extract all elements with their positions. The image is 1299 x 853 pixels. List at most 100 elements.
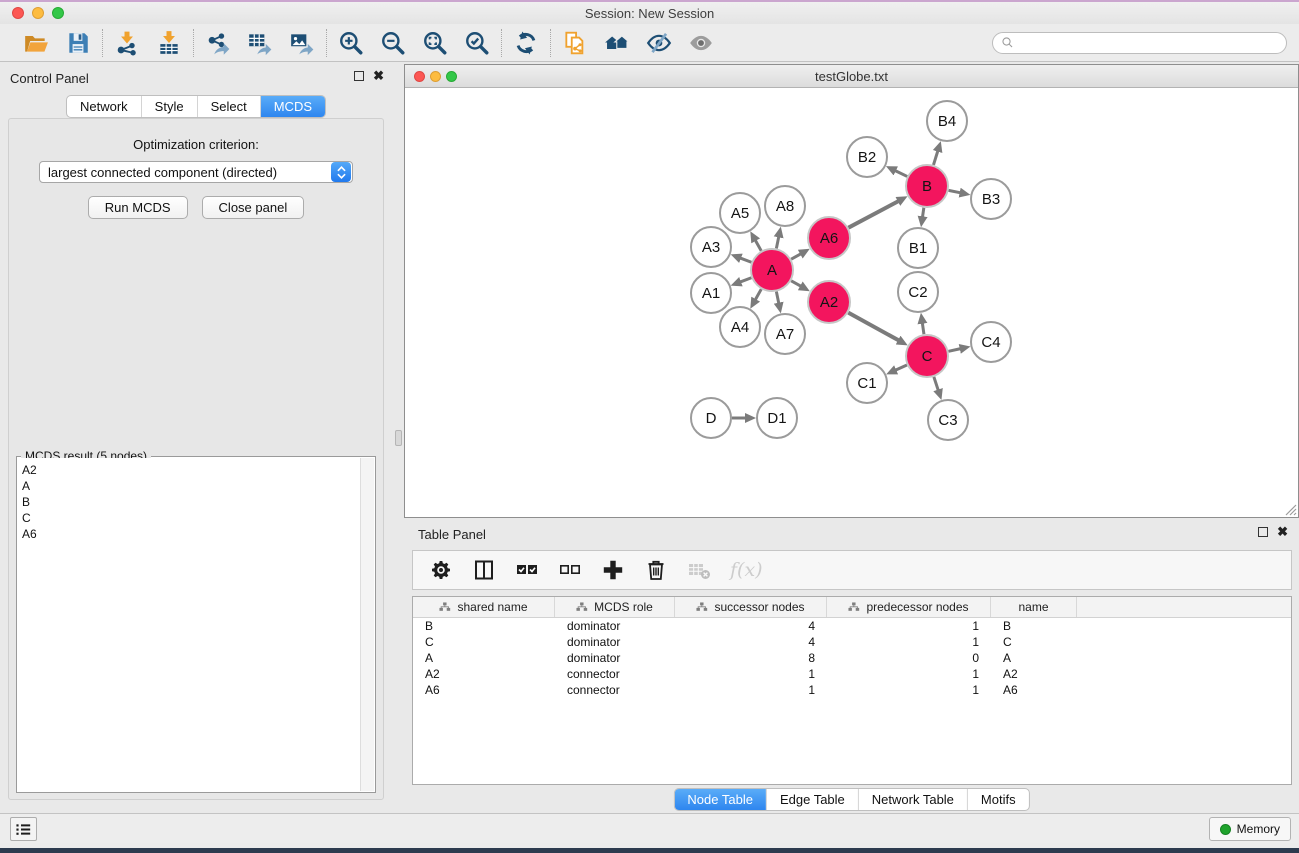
edge-A-A1[interactable] <box>740 278 751 282</box>
table-row[interactable]: A6connector11A6 <box>413 682 1291 698</box>
graph-node-A1[interactable]: A1 <box>691 273 731 313</box>
edge-A-A8[interactable] <box>776 236 778 248</box>
zoom-fit-button[interactable] <box>421 29 449 57</box>
settings-gear-button[interactable] <box>429 557 453 583</box>
optimization-criterion-select[interactable]: largest connected component (directed) <box>39 161 353 183</box>
vertical-splitter-handle[interactable] <box>395 430 402 446</box>
first-neighbors-button[interactable] <box>603 29 631 57</box>
column-header-shared-name[interactable]: shared name <box>413 597 555 617</box>
result-list-item[interactable]: C <box>22 510 356 526</box>
table-row[interactable]: Cdominator41C <box>413 634 1291 650</box>
import-network-button[interactable] <box>113 29 141 57</box>
refresh-button[interactable] <box>512 29 540 57</box>
column-header-name[interactable]: name <box>991 597 1077 617</box>
edge-C-C3[interactable] <box>934 377 938 391</box>
export-network-button[interactable] <box>204 29 232 57</box>
hide-selected-button[interactable] <box>645 29 673 57</box>
graph-node-C2[interactable]: C2 <box>898 272 938 312</box>
edge-C-C2[interactable] <box>922 323 924 335</box>
task-history-button[interactable] <box>10 817 37 841</box>
edge-B-B1[interactable] <box>922 208 923 218</box>
float-panel-icon[interactable] <box>354 71 364 81</box>
resize-grip-icon[interactable] <box>1283 502 1297 516</box>
edge-B-B2[interactable] <box>895 170 907 176</box>
edge-A-A2[interactable] <box>791 281 801 287</box>
float-table-panel-icon[interactable] <box>1258 527 1268 537</box>
graph-node-D[interactable]: D <box>691 398 731 438</box>
close-panel-button[interactable]: Close panel <box>202 196 305 219</box>
mcds-result-list[interactable]: A2ABCA6 <box>18 458 360 791</box>
edge-C-C1[interactable] <box>895 365 907 370</box>
add-column-button[interactable] <box>601 557 625 583</box>
tab-motifs[interactable]: Motifs <box>967 789 1029 810</box>
graph-node-A3[interactable]: A3 <box>691 227 731 267</box>
edge-A-A7[interactable] <box>776 292 778 304</box>
zoom-selected-button[interactable] <box>463 29 491 57</box>
close-table-panel-icon[interactable]: ✖ <box>1277 527 1288 537</box>
export-table-button[interactable] <box>246 29 274 57</box>
graph-node-B4[interactable]: B4 <box>927 101 967 141</box>
import-table-button[interactable] <box>155 29 183 57</box>
save-button[interactable] <box>64 29 92 57</box>
deselect-all-button[interactable] <box>558 557 582 583</box>
node-table[interactable]: shared nameMCDS rolesuccessor nodesprede… <box>412 596 1292 785</box>
graph-node-C3[interactable]: C3 <box>928 400 968 440</box>
graph-node-C[interactable]: C <box>906 335 948 377</box>
edge-A2-C[interactable] <box>848 313 899 341</box>
graph-node-A[interactable]: A <box>751 249 793 291</box>
open-folder-button[interactable] <box>22 29 50 57</box>
tab-edge-table[interactable]: Edge Table <box>766 789 858 810</box>
table-row[interactable]: Bdominator41B <box>413 618 1291 634</box>
tab-style[interactable]: Style <box>141 96 197 117</box>
column-header-MCDS-role[interactable]: MCDS role <box>555 597 675 617</box>
graph-node-A4[interactable]: A4 <box>720 307 760 347</box>
edge-A-A4[interactable] <box>755 289 761 300</box>
zoom-in-button[interactable] <box>337 29 365 57</box>
zoom-out-button[interactable] <box>379 29 407 57</box>
select-all-button[interactable] <box>515 557 539 583</box>
graph-node-C4[interactable]: C4 <box>971 322 1011 362</box>
tab-select[interactable]: Select <box>197 96 260 117</box>
table-row[interactable]: A2connector11A2 <box>413 666 1291 682</box>
edge-A-A3[interactable] <box>740 258 751 262</box>
column-header-successor-nodes[interactable]: successor nodes <box>675 597 827 617</box>
result-scrollbar[interactable] <box>360 458 374 791</box>
result-list-item[interactable]: A <box>22 478 356 494</box>
export-image-button[interactable] <box>288 29 316 57</box>
column-layout-button[interactable] <box>472 557 496 583</box>
edge-B-B4[interactable] <box>933 151 937 165</box>
edge-A-A5[interactable] <box>755 240 761 251</box>
show-all-button[interactable] <box>687 29 715 57</box>
graph-node-B3[interactable]: B3 <box>971 179 1011 219</box>
graph-node-C1[interactable]: C1 <box>847 363 887 403</box>
graph-node-B[interactable]: B <box>906 165 948 207</box>
delete-column-button[interactable] <box>644 557 668 583</box>
search-box[interactable] <box>992 32 1287 54</box>
graph-node-A5[interactable]: A5 <box>720 193 760 233</box>
result-list-item[interactable]: A6 <box>22 526 356 542</box>
result-list-item[interactable]: A2 <box>22 462 356 478</box>
tab-network[interactable]: Network <box>67 96 141 117</box>
column-header-predecessor-nodes[interactable]: predecessor nodes <box>827 597 991 617</box>
network-window-titlebar[interactable]: testGlobe.txt <box>405 65 1298 88</box>
edge-A6-B[interactable] <box>848 201 898 228</box>
result-list-item[interactable]: B <box>22 494 356 510</box>
network-from-selection-button[interactable] <box>561 29 589 57</box>
tab-network-table[interactable]: Network Table <box>858 789 967 810</box>
graph-node-A2[interactable]: A2 <box>808 281 850 323</box>
memory-button[interactable]: Memory <box>1209 817 1291 841</box>
graph-node-A6[interactable]: A6 <box>808 217 850 259</box>
table-row[interactable]: Adominator80A <box>413 650 1291 666</box>
graph-node-A7[interactable]: A7 <box>765 314 805 354</box>
graph-node-B1[interactable]: B1 <box>898 228 938 268</box>
graph-node-D1[interactable]: D1 <box>757 398 797 438</box>
edge-C-C4[interactable] <box>948 349 960 352</box>
search-input[interactable] <box>1019 36 1278 50</box>
tab-node-table[interactable]: Node Table <box>674 789 766 810</box>
tab-mcds[interactable]: MCDS <box>260 96 325 117</box>
graph-node-B2[interactable]: B2 <box>847 137 887 177</box>
network-graph[interactable]: B4B2BB3A8A5A6A3B1AC2A1A2A4A7C4CC1C3DD1 <box>405 88 1298 517</box>
run-mcds-button[interactable]: Run MCDS <box>88 196 188 219</box>
edge-B-B3[interactable] <box>949 190 961 192</box>
edge-A-A6[interactable] <box>791 254 801 260</box>
